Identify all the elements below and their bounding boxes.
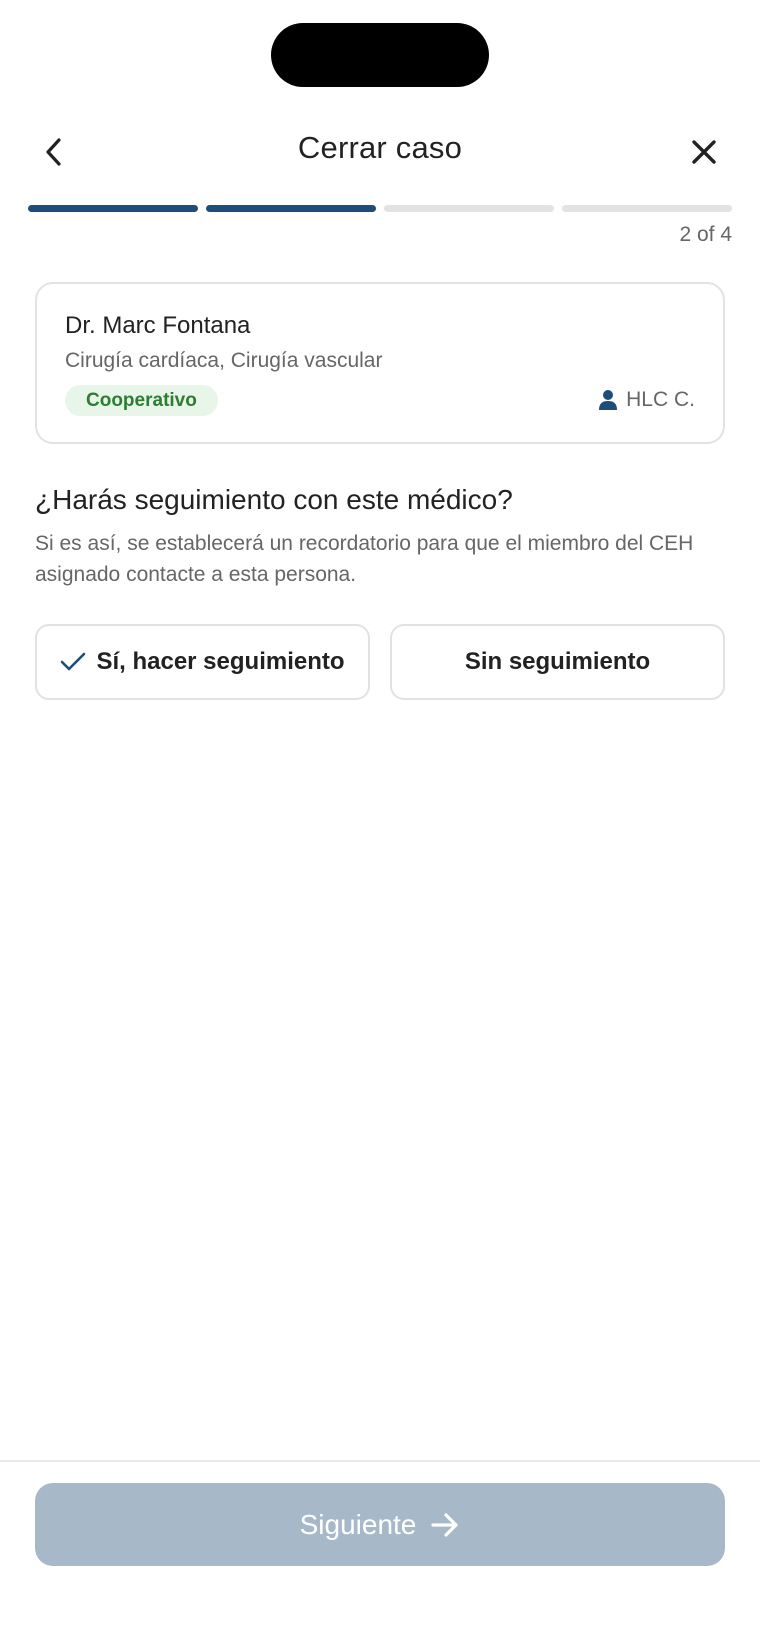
follow-up-no-button[interactable]: Sin seguimiento xyxy=(390,624,725,700)
assigned-owner: HLC C. xyxy=(598,388,695,412)
step-count: 2 of 4 xyxy=(679,223,732,246)
arrow-right-icon xyxy=(431,1512,458,1537)
close-button[interactable] xyxy=(680,128,728,176)
close-case-screen: Cerrar caso 2 of 4 Dr. Marc Fontana Ciru… xyxy=(0,0,760,1652)
assigned-owner-label: HLC C. xyxy=(626,388,695,411)
doctor-name: Dr. Marc Fontana xyxy=(65,312,251,339)
next-button[interactable]: Siguiente xyxy=(35,1483,725,1566)
follow-up-no-label: Sin seguimiento xyxy=(464,648,651,675)
footer-divider xyxy=(0,1460,760,1462)
check-icon xyxy=(61,652,86,671)
question-title: ¿Harás seguimiento con este médico? xyxy=(35,484,513,515)
next-button-label: Siguiente xyxy=(299,1508,417,1540)
question-description: Si es así, se establecerá un recordatori… xyxy=(35,532,694,586)
header: Cerrar caso xyxy=(0,110,760,190)
progress-segment-3 xyxy=(384,205,554,212)
dynamic-island xyxy=(271,23,489,87)
page-title: Cerrar caso xyxy=(297,130,463,165)
follow-up-yes-button[interactable]: Sí, hacer seguimiento xyxy=(35,624,370,700)
progress-segment-1 xyxy=(28,205,198,212)
doctor-specialties: Cirugía cardíaca, Cirugía vascular xyxy=(65,349,383,372)
doctor-card: Dr. Marc Fontana Cirugía cardíaca, Cirug… xyxy=(35,282,725,444)
progress-segment-4 xyxy=(562,205,732,212)
close-icon xyxy=(692,140,716,164)
status-badge: Cooperativo xyxy=(65,385,218,416)
person-icon xyxy=(599,390,618,410)
step-progress-bar xyxy=(28,205,732,212)
progress-segment-2 xyxy=(206,205,376,212)
follow-up-yes-label: Sí, hacer seguimiento xyxy=(96,648,345,675)
